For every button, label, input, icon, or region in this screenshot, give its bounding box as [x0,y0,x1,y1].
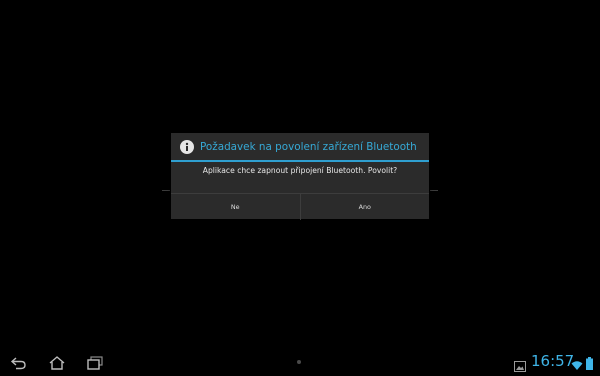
screen-background: Požadavek na povolení zařízení Bluetooth… [0,0,600,349]
info-icon [180,139,194,154]
dialog-message: Aplikace chce zapnout připojení Bluetoot… [202,166,398,175]
background-divider [162,190,170,191]
no-button[interactable]: Ne [171,194,300,220]
system-bar: 16:57 [0,349,600,375]
home-icon [49,356,65,370]
wifi-icon [571,356,583,375]
bluetooth-permission-dialog: Požadavek na povolení zařízení Bluetooth… [171,133,429,220]
yes-button[interactable]: Ano [299,194,430,220]
battery-icon [586,355,593,374]
back-icon [10,357,26,370]
dialog-header: Požadavek na povolení zařízení Bluetooth [171,133,429,160]
page-indicator-dot [297,360,301,364]
dialog-button-bar: Ne Ano [171,193,429,220]
recent-apps-button[interactable] [86,355,104,370]
background-divider [430,190,438,191]
title-divider [171,160,429,162]
recent-apps-icon [87,356,103,370]
home-button[interactable] [48,355,66,370]
gallery-notification-icon[interactable] [514,357,526,376]
back-button[interactable] [10,355,28,370]
dialog-title: Požadavek na povolení zařízení Bluetooth [200,140,417,153]
status-clock[interactable]: 16:57 [531,352,574,370]
